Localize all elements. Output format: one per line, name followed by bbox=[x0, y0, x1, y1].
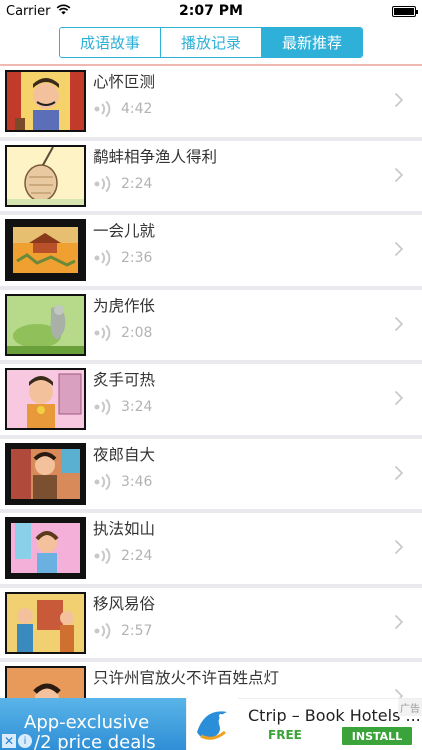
ad-app-title: Ctrip – Book Hotels ... bbox=[248, 706, 421, 725]
speaker-icon bbox=[94, 100, 111, 118]
story-info: 一会儿就 2:36 bbox=[93, 215, 155, 267]
status-bar: Carrier 2:07 PM bbox=[0, 0, 422, 22]
chevron-right-icon bbox=[394, 241, 404, 257]
ad-close-icon[interactable]: ✕ bbox=[2, 734, 16, 748]
story-meta: 2:24 bbox=[93, 175, 217, 193]
wifi-icon bbox=[56, 4, 71, 19]
story-row[interactable]: 为虎作伥 2:08 bbox=[0, 290, 422, 364]
speaker-icon bbox=[94, 547, 111, 565]
speaker-icon bbox=[94, 398, 111, 416]
ad-promo-line1: App-exclusive bbox=[24, 712, 150, 733]
speaker-icon bbox=[94, 473, 111, 490]
story-thumbnail bbox=[5, 591, 86, 654]
story-title: 移风易俗 bbox=[93, 594, 156, 613]
story-row[interactable]: 炙手可热 3:24 bbox=[0, 364, 422, 439]
tab-latest-recommendations[interactable]: 最新推荐 bbox=[262, 28, 362, 57]
story-row[interactable]: 心怀叵测 4:42 bbox=[0, 66, 422, 141]
ad-promo-panel[interactable]: App-exclusive /2 price deals ✕ i bbox=[0, 698, 186, 750]
ad-label: 广告 bbox=[398, 699, 422, 716]
status-left: Carrier bbox=[6, 4, 71, 19]
story-meta: 2:57 bbox=[93, 622, 155, 640]
ad-install-button[interactable]: INSTALL bbox=[342, 727, 412, 745]
story-duration: 3:46 bbox=[121, 473, 153, 490]
story-meta: 3:24 bbox=[93, 398, 155, 416]
story-info: 心怀叵测 4:42 bbox=[93, 66, 155, 118]
speaker-icon bbox=[94, 249, 111, 267]
story-row[interactable]: 只许州官放火不许百姓点灯 bbox=[0, 662, 422, 698]
story-title: 只许州官放火不许百姓点灯 bbox=[93, 669, 280, 687]
story-title: 执法如山 bbox=[93, 520, 156, 538]
battery-fill bbox=[394, 7, 414, 15]
chevron-right-icon bbox=[394, 465, 404, 480]
ad-banner[interactable]: App-exclusive /2 price deals ✕ i Ctrip –… bbox=[0, 698, 422, 750]
story-info: 为虎作伥 2:08 bbox=[93, 290, 155, 342]
story-info: 炙手可热 3:24 bbox=[93, 364, 155, 416]
carrier-label: Carrier bbox=[6, 3, 51, 19]
chevron-right-icon bbox=[394, 92, 404, 108]
story-meta: 2:36 bbox=[93, 249, 155, 267]
chevron-right-icon bbox=[394, 688, 404, 698]
ad-price: FREE bbox=[268, 728, 302, 742]
story-thumbnail bbox=[5, 368, 86, 430]
chevron-right-icon bbox=[394, 614, 404, 629]
chevron-right-icon bbox=[394, 539, 404, 555]
story-meta: 2:24 bbox=[93, 547, 155, 565]
story-duration: 4:42 bbox=[121, 101, 153, 117]
ad-info-icon[interactable]: i bbox=[18, 734, 32, 748]
speaker-icon bbox=[94, 622, 111, 639]
ctrip-logo bbox=[186, 698, 238, 750]
story-title: 夜郎自大 bbox=[93, 445, 156, 464]
story-row[interactable]: 夜郎自大 3:46 bbox=[0, 439, 422, 513]
status-time: 2:07 PM bbox=[179, 3, 243, 19]
story-title: 炙手可热 bbox=[93, 371, 156, 389]
story-thumbnail bbox=[5, 442, 86, 505]
story-thumbnail bbox=[5, 666, 86, 698]
story-list[interactable]: 心怀叵测 4:42 鹬蚌相争渔人得利 2:24 一会儿就 2:36 为虎作伥 2… bbox=[0, 66, 422, 698]
story-title: 一会儿就 bbox=[93, 222, 156, 240]
story-row[interactable]: 执法如山 2:24 bbox=[0, 513, 422, 588]
story-info: 鹬蚌相争渔人得利 2:24 bbox=[93, 141, 217, 193]
story-duration: 2:24 bbox=[121, 548, 153, 564]
speaker-icon bbox=[94, 175, 111, 192]
story-row[interactable]: 一会儿就 2:36 bbox=[0, 215, 422, 290]
story-info: 只许州官放火不许百姓点灯 bbox=[93, 662, 279, 698]
story-meta: 4:42 bbox=[93, 100, 155, 118]
story-info: 执法如山 2:24 bbox=[93, 513, 155, 565]
story-row[interactable]: 移风易俗 2:57 bbox=[0, 588, 422, 662]
story-duration: 2:24 bbox=[121, 175, 153, 192]
chevron-right-icon bbox=[394, 167, 404, 182]
tab-play-history[interactable]: 播放记录 bbox=[161, 28, 262, 57]
story-thumbnail bbox=[5, 293, 86, 356]
story-duration: 2:08 bbox=[121, 324, 153, 341]
story-thumbnail bbox=[5, 219, 86, 281]
story-info: 夜郎自大 3:46 bbox=[93, 439, 155, 491]
story-title: 鹬蚌相争渔人得利 bbox=[93, 147, 218, 166]
speaker-icon bbox=[94, 324, 111, 341]
tab-idiom-stories[interactable]: 成语故事 bbox=[60, 28, 161, 57]
chevron-right-icon bbox=[394, 390, 404, 406]
story-thumbnail bbox=[5, 517, 86, 579]
story-meta: 3:46 bbox=[93, 473, 155, 491]
story-meta: 2:08 bbox=[93, 324, 155, 342]
segmented-tabs: 成语故事 播放记录 最新推荐 bbox=[59, 27, 363, 58]
story-title: 为虎作伥 bbox=[93, 296, 156, 315]
story-duration: 3:24 bbox=[121, 399, 153, 415]
story-title: 心怀叵测 bbox=[93, 73, 156, 91]
story-info: 移风易俗 2:57 bbox=[93, 588, 155, 640]
ad-app-panel[interactable]: Ctrip – Book Hotels ... FREE INSTALL 广告 bbox=[238, 698, 422, 750]
battery-icon bbox=[392, 5, 418, 17]
story-duration: 2:57 bbox=[121, 622, 153, 639]
chevron-right-icon bbox=[394, 316, 404, 331]
story-thumbnail bbox=[5, 70, 86, 132]
story-row[interactable]: 鹬蚌相争渔人得利 2:24 bbox=[0, 141, 422, 215]
story-duration: 2:36 bbox=[121, 250, 153, 266]
story-thumbnail bbox=[5, 144, 86, 207]
ad-promo-line2: /2 price deals bbox=[34, 732, 156, 750]
